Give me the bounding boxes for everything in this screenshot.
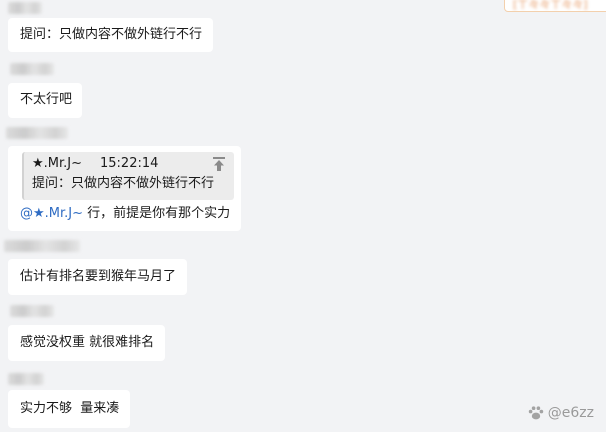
reply-text: 行，前提是你有那个实力 [83,206,231,221]
quoted-text: 提问：只做内容不做外链行不行 [32,176,215,191]
chat-panel: [ㄒ々々ㄒ々々] 提问：只做内容不做外链行不行 不太行吧 ★.Mr.J~ 15:… [0,0,606,432]
message-text: 估计有排名要到猴年马月了 [20,269,177,284]
sender-name-blurred [8,2,42,14]
reply-message-bubble[interactable]: ★.Mr.J~ 15:22:14 提问：只做内容不做外链行不行 @★.Mr.J~… [8,146,241,231]
watermark-text: @e6zz [547,405,594,421]
sender-name-blurred [10,305,54,317]
watermark: @e6zz [527,404,594,422]
message-bubble[interactable]: 估计有排名要到猴年马月了 [8,259,187,295]
sender-name-blurred [6,127,68,139]
quoted-timestamp: 15:22:14 [100,156,159,171]
message-text: 实力不够 量来凑 [20,401,120,416]
message-bubble[interactable]: 实力不够 量来凑 [8,390,130,428]
sender-name-blurred [4,240,80,252]
sender-name-blurred [10,63,54,75]
jump-to-top-icon[interactable] [212,156,226,172]
reply-text-line: @★.Mr.J~ 行，前提是你有那个实力 [20,204,230,224]
sender-name-blurred [8,373,44,385]
pinned-notice-card[interactable]: [ㄒ々々ㄒ々々] [504,0,606,12]
message-bubble[interactable]: 感觉没权重 就很难排名 [8,325,165,361]
quoted-author: ★.Mr.J~ [32,156,83,171]
quoted-message[interactable]: ★.Mr.J~ 15:22:14 提问：只做内容不做外链行不行 [22,152,234,200]
message-bubble[interactable]: 不太行吧 [8,83,82,118]
pinned-notice-text: [ㄒ々々ㄒ々々] [513,0,588,11]
message-text: 提问：只做内容不做外链行不行 [20,27,203,42]
message-text: 感觉没权重 就很难排名 [20,335,155,350]
paw-icon [528,406,543,420]
mention-link[interactable]: @★.Mr.J~ [20,206,83,221]
message-bubble[interactable]: 提问：只做内容不做外链行不行 [8,18,213,52]
message-text: 不太行吧 [20,92,73,107]
